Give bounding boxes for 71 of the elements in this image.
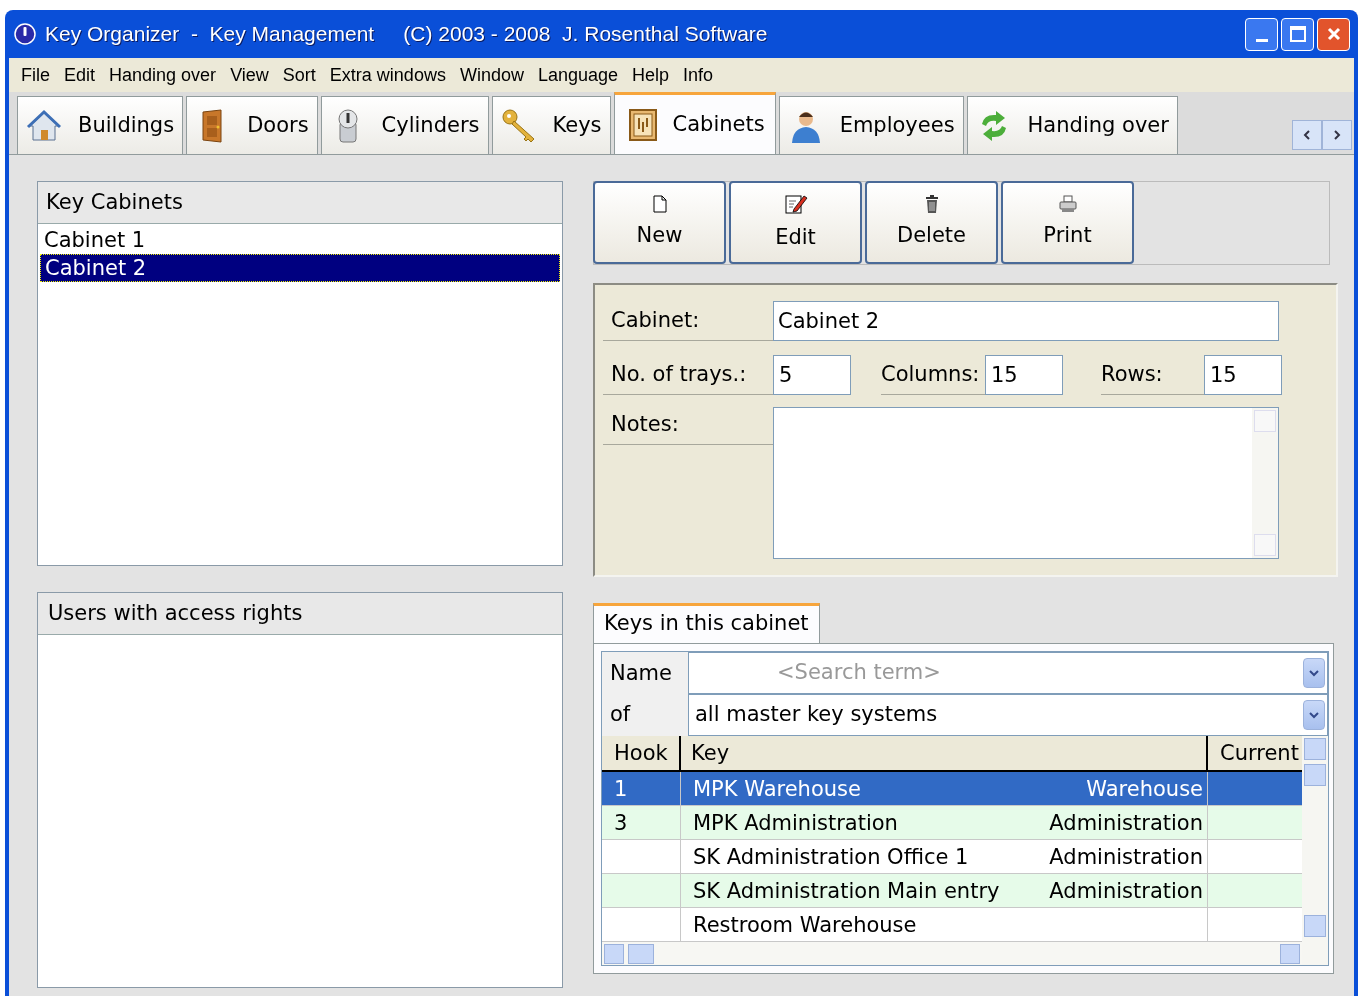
vertical-scrollbar[interactable] [1252, 408, 1278, 558]
close-button[interactable] [1317, 17, 1350, 51]
minimize-button[interactable] [1245, 17, 1278, 51]
table-row[interactable]: 3 MPK Administration Administration [602, 806, 1302, 840]
printer-icon [1057, 193, 1078, 214]
tab[interactable]: Cabinets [613, 92, 776, 154]
window-title: Key Organizer - Key Management (C) 2003 - 2008 J. Rosenthal Software [45, 21, 768, 48]
table-cell: Administration [1021, 840, 1208, 873]
tab-scroll-right-button[interactable] [1322, 120, 1352, 150]
table-row[interactable]: 1 MPK Warehouse Warehouse [602, 772, 1302, 806]
tab[interactable]: Keys [491, 96, 611, 154]
cabinet-name-field[interactable]: Cabinet 2 [773, 301, 1279, 341]
menu-item[interactable]: Window [459, 61, 524, 89]
menu-item[interactable]: Info [683, 61, 714, 89]
menu-item[interactable]: File [21, 61, 50, 89]
horizontal-scrollbar[interactable] [602, 942, 1302, 965]
tab-scroll-left-button[interactable] [1292, 120, 1322, 150]
tab[interactable]: Buildings [17, 96, 184, 154]
house-icon [26, 107, 62, 144]
tab[interactable]: Employees [778, 96, 964, 154]
chevron-down-icon [1308, 667, 1320, 679]
menu-item[interactable]: Extra windows [329, 61, 446, 89]
table-cell-text: SK Administration Main entry [692, 878, 1001, 905]
table-cell: Administration [1021, 874, 1208, 907]
tab[interactable]: Doors [186, 96, 318, 154]
app-icon [13, 22, 37, 46]
menu-item[interactable]: Help [632, 61, 670, 89]
key-icon [500, 107, 537, 144]
menu-item[interactable]: Sort [282, 61, 316, 89]
toolbar-button[interactable]: Print [1001, 181, 1134, 264]
columns-field[interactable]: 15 [985, 355, 1063, 395]
chevron-down-icon [1308, 709, 1320, 721]
table-cell: Administration [1021, 806, 1208, 839]
table-cell: Warehouse [1021, 772, 1208, 805]
filter-label: Name [609, 660, 673, 687]
table-cell-text: MPK Warehouse [692, 776, 862, 803]
table-row[interactable]: SK Administration Main entry Administration [602, 874, 1302, 908]
tab[interactable]: Handing over [966, 96, 1178, 154]
filter-label: of [609, 701, 632, 728]
menu-item[interactable]: View [230, 61, 269, 89]
column-header[interactable]: Hook [602, 736, 681, 770]
menu-item[interactable]: Handing over [109, 61, 217, 89]
system-dropdown[interactable]: all master key systems [688, 694, 1328, 736]
rows-field[interactable]: 15 [1204, 355, 1282, 395]
table-cell: 1 [602, 772, 681, 805]
panel-tab[interactable]: Keys in this cabinet [593, 603, 820, 643]
list-item[interactable]: Cabinet 2 [40, 254, 560, 282]
toolbar-button[interactable]: Edit [729, 181, 862, 264]
panel-header: Key Cabinets [38, 182, 562, 224]
table-cell-text: Restroom Warehouse [692, 912, 918, 939]
list-item[interactable]: Cabinet 1 [40, 226, 560, 254]
toolbar-button[interactable]: New [593, 181, 726, 264]
chevron-right-icon [1331, 129, 1343, 141]
table-cell-text: SK Administration Office 1 [692, 844, 970, 871]
tab[interactable]: Cylinders [320, 96, 489, 154]
maximize-button[interactable] [1281, 17, 1314, 51]
menu-item[interactable]: Edit [64, 61, 96, 89]
table-cell-text: MPK Administration [692, 810, 899, 837]
trays-field[interactable]: 5 [773, 355, 851, 395]
column-header[interactable]: Current [1208, 736, 1302, 770]
table-row[interactable]: SK Administration Office 1 Administration [602, 840, 1302, 874]
chevron-left-icon [1301, 129, 1313, 141]
table-cell: 3 [602, 806, 681, 839]
column-header[interactable]: Key [681, 736, 1208, 770]
panel-header: Users with access rights [38, 593, 562, 635]
close-icon [1325, 26, 1342, 42]
menu-item[interactable]: Language [537, 61, 618, 89]
table-row[interactable]: Restroom Warehouse [602, 908, 1302, 942]
notes-field[interactable] [773, 407, 1279, 559]
toolbar-button[interactable]: Delete [865, 181, 998, 264]
vertical-scrollbar[interactable] [1302, 736, 1328, 965]
